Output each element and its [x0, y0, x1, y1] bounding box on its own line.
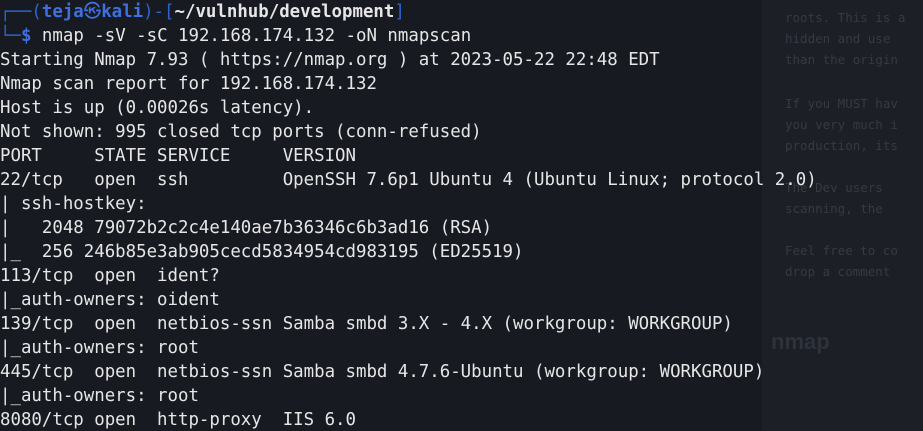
prompt-host: kali — [101, 2, 144, 22]
prompt-header: ┌──(teja㉿kali)-[~/vulnhub/development] — [0, 0, 405, 24]
background-text-line: If you MUST hav — [785, 96, 898, 111]
prompt-frame: └─ — [0, 26, 21, 46]
output-line: Not shown: 995 closed tcp ports (conn-re… — [0, 122, 482, 142]
output-line: | 2048 79072b2c2c4e140ae7b36346c6b3ad16 … — [0, 218, 493, 238]
background-text-line: scanning, the — [785, 201, 883, 216]
output-line: |_auth-owners: oident — [0, 290, 220, 310]
command-line[interactable]: └─$ nmap -sV -sC 192.168.174.132 -oN nma… — [0, 24, 471, 48]
background-text-line: Feel free to co — [785, 243, 898, 258]
output-line: |_auth-owners: root — [0, 338, 199, 358]
output-line: Nmap scan report for 192.168.174.132 — [0, 74, 377, 94]
terminal-window[interactable]: roots. This is a hidden and use than the… — [0, 0, 923, 431]
kali-symbol-icon: ㉿ — [83, 2, 102, 22]
output-line: | ssh-hostkey: — [0, 194, 147, 214]
output-line: |_ 256 246b85e3ab905cecd5834954cd983195 … — [0, 242, 524, 262]
background-text-line: you very much i — [785, 117, 898, 132]
output-line: 113/tcp open ident? — [0, 266, 220, 286]
prompt-frame: )-[ — [143, 2, 175, 22]
prompt-dollar: $ — [20, 26, 32, 46]
background-heading: nmap — [771, 329, 830, 354]
output-line: 139/tcp open netbios-ssn Samba smbd 3.X … — [0, 314, 733, 334]
output-line: 8080/tcp open http-proxy IIS 6.0 — [0, 410, 356, 430]
output-line: |_auth-owners: root — [0, 386, 199, 406]
background-text-line: drop a comment — [785, 264, 891, 279]
output-line: Host is up (0.00026s latency). — [0, 98, 315, 118]
prompt-frame: ┌──( — [0, 2, 42, 22]
output-line: 22/tcp open ssh OpenSSH 7.6p1 Ubuntu 4 (… — [0, 170, 817, 190]
command-text: nmap -sV -sC 192.168.174.132 -oN nmapsca… — [31, 26, 472, 46]
output-line: 445/tcp open netbios-ssn Samba smbd 4.7.… — [0, 362, 765, 382]
background-text-line: hidden and use — [785, 31, 891, 46]
prompt-frame: ] — [394, 2, 405, 22]
prompt-cwd: ~/vulnhub/development — [174, 2, 395, 22]
prompt-user: teja — [41, 2, 84, 22]
output-line: Starting Nmap 7.93 ( https://nmap.org ) … — [0, 50, 660, 70]
output-line: PORT STATE SERVICE VERSION — [0, 146, 356, 166]
background-text-line: than the origin — [785, 52, 898, 67]
background-text-line: production, its — [785, 138, 898, 153]
background-text-line: roots. This is a — [785, 10, 906, 25]
